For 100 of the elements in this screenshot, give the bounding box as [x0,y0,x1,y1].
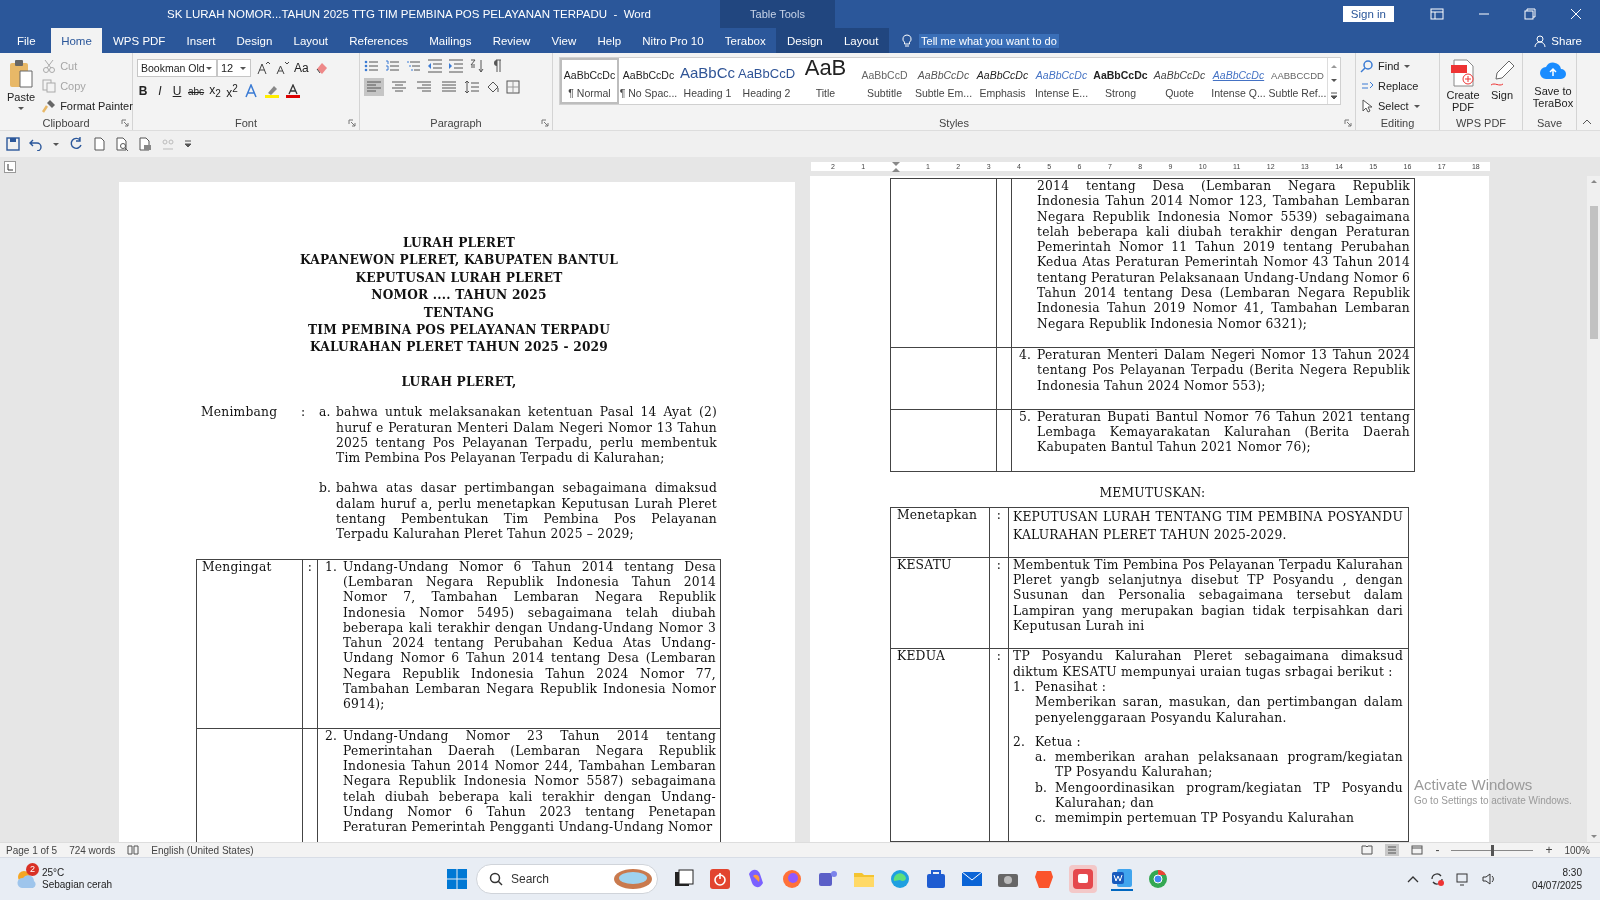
borders-icon[interactable] [506,80,522,94]
format-painter-button[interactable]: Format Painter [42,97,133,115]
style-option[interactable]: AaBbCcDc Emphasis [973,58,1032,104]
scrollbar-thumb[interactable] [1589,206,1598,339]
style-option[interactable]: AaBbCcD Subtitle [855,58,914,104]
document-tools-icon[interactable] [138,137,152,151]
style-option[interactable]: AaBbCcDc ¶ No Spac... [619,58,678,104]
ribbon-tab[interactable]: View [540,28,587,53]
multilevel-list-icon[interactable] [406,59,422,73]
ribbon-tab[interactable]: Layout [282,28,339,53]
dialog-launcher-icon[interactable] [1344,119,1352,127]
format-painter-label[interactable]: Format Painter [60,100,133,112]
dialog-launcher-icon[interactable] [541,119,549,127]
ribbon-tab[interactable]: Review [482,28,541,53]
ribbon-tab[interactable]: File [0,28,51,53]
font-name-value[interactable]: Bookman Old [141,62,205,74]
save-to-terabox-label[interactable]: Save to TeraBox [1530,85,1576,109]
style-option[interactable]: AaBbCcDc Strong [1091,58,1150,104]
print-layout-icon[interactable] [1385,844,1400,856]
style-option[interactable]: AABBCCDD Subtle Ref... [1268,58,1327,104]
clock-date[interactable]: 04/07/2025 [1531,879,1582,892]
numbering-icon[interactable] [385,59,401,73]
ribbon-tab[interactable]: Nitro Pro 10 [631,28,715,53]
ribbon-tab[interactable]: Design [225,28,283,53]
paste-button[interactable]: Paste [4,57,39,113]
find-label[interactable]: Find [1378,60,1400,72]
ribbon-tab[interactable]: Terabox [714,28,777,53]
format-button[interactable]: x$^{2}$ [226,82,239,100]
vertical-scrollbar[interactable] [1587,176,1600,842]
style-option[interactable]: AaBbCcDc ¶ Normal [560,58,619,104]
sign-button[interactable]: Sign [1486,57,1518,103]
bullets-icon[interactable] [364,59,380,73]
save-icon[interactable] [6,137,20,151]
style-option[interactable]: AaBbCcDc Quote [1150,58,1209,104]
zoom-out-button[interactable]: - [1435,845,1440,855]
zoom-slider-thumb[interactable] [1491,844,1495,856]
print-preview-icon[interactable] [115,137,129,151]
line-spacing-icon[interactable] [464,80,480,94]
ribbon-tab[interactable]: WPS PDF [102,28,176,53]
app-pinned-icon[interactable] [1069,865,1097,893]
replace-button[interactable]: Replace [1360,77,1421,95]
word-count[interactable]: 724 words [69,844,116,856]
lightbulb-icon[interactable] [901,33,914,48]
create-pdf-label[interactable]: Create PDF [1444,89,1482,113]
indent-marker-icon[interactable] [891,161,900,172]
scroll-down-icon[interactable] [1329,77,1339,85]
share-label[interactable]: Share [1551,34,1582,47]
ribbon-display-icon[interactable] [1430,8,1444,20]
proofing-icon[interactable] [127,845,140,855]
ribbon-tab[interactable]: Layout [833,28,890,53]
scroll-down-icon[interactable] [1589,834,1598,840]
tab-selector-icon[interactable] [4,160,16,173]
restore-icon[interactable] [1524,8,1536,20]
paste-label[interactable]: Paste [7,91,36,103]
text-effects-icon[interactable] [243,84,260,98]
format-button[interactable]: B [137,82,149,100]
style-option[interactable]: AaBbCcDc Subtle Em... [914,58,973,104]
caret-icon[interactable] [52,141,60,147]
format-button[interactable]: U [171,82,183,100]
style-option[interactable]: AaB Title [796,58,855,104]
change-case-button[interactable]: Aa [294,59,309,77]
shrink-font-icon[interactable] [275,61,289,75]
style-option[interactable]: AaBbCcDc Intense E... [1032,58,1091,104]
create-pdf-button[interactable]: Create PDF [1441,57,1485,115]
start-icon[interactable] [447,869,467,889]
share-button[interactable]: Share [1534,28,1582,53]
tell-me-search[interactable]: Tell me what you want to do [919,33,1059,48]
customize-icon[interactable] [184,140,192,148]
ribbon-tab[interactable]: References [338,28,419,53]
store-icon[interactable] [925,868,947,890]
network-icon[interactable] [1454,871,1471,887]
new-document-icon[interactable] [92,137,106,151]
font-size-value[interactable]: 12 [221,62,234,74]
undo-icon[interactable] [29,137,43,151]
ribbon-tab[interactable]: Insert [176,28,226,53]
increase-indent-icon[interactable] [448,59,464,73]
ribbon-tab[interactable]: Mailings [418,28,483,53]
style-option[interactable]: AaBbCcD Heading 2 [737,58,796,104]
close-icon[interactable] [1570,8,1582,20]
dialog-launcher-icon[interactable] [121,119,129,127]
page-count[interactable]: Page 1 of 5 [6,844,58,856]
ribbon-tab[interactable]: Design [776,28,834,53]
zoom-in-button[interactable]: + [1545,845,1553,855]
font-name-field[interactable]: Bookman Old [137,59,217,77]
language-indicator[interactable]: English (United States) [151,844,254,856]
format-button[interactable]: abc [188,82,205,100]
select-label[interactable]: Select [1378,100,1409,112]
collapse-ribbon-icon[interactable] [1582,118,1592,126]
decrease-indent-icon[interactable] [427,59,443,73]
grow-font-icon[interactable] [256,61,270,75]
word-document-icon[interactable] [1111,867,1133,891]
ribbon-tab[interactable]: Help [586,28,632,53]
sign-in-button[interactable]: Sign in [1342,6,1394,22]
format-button[interactable]: I [154,82,166,100]
power-button-icon[interactable] [709,868,731,890]
dialog-launcher-icon[interactable] [348,119,356,127]
save-to-terabox-button[interactable]: Save to TeraBox [1527,57,1579,111]
web-layout-icon[interactable] [1411,845,1424,855]
scroll-up-icon[interactable] [1589,178,1598,184]
format-button[interactable]: x$_{2}$ [209,82,222,100]
